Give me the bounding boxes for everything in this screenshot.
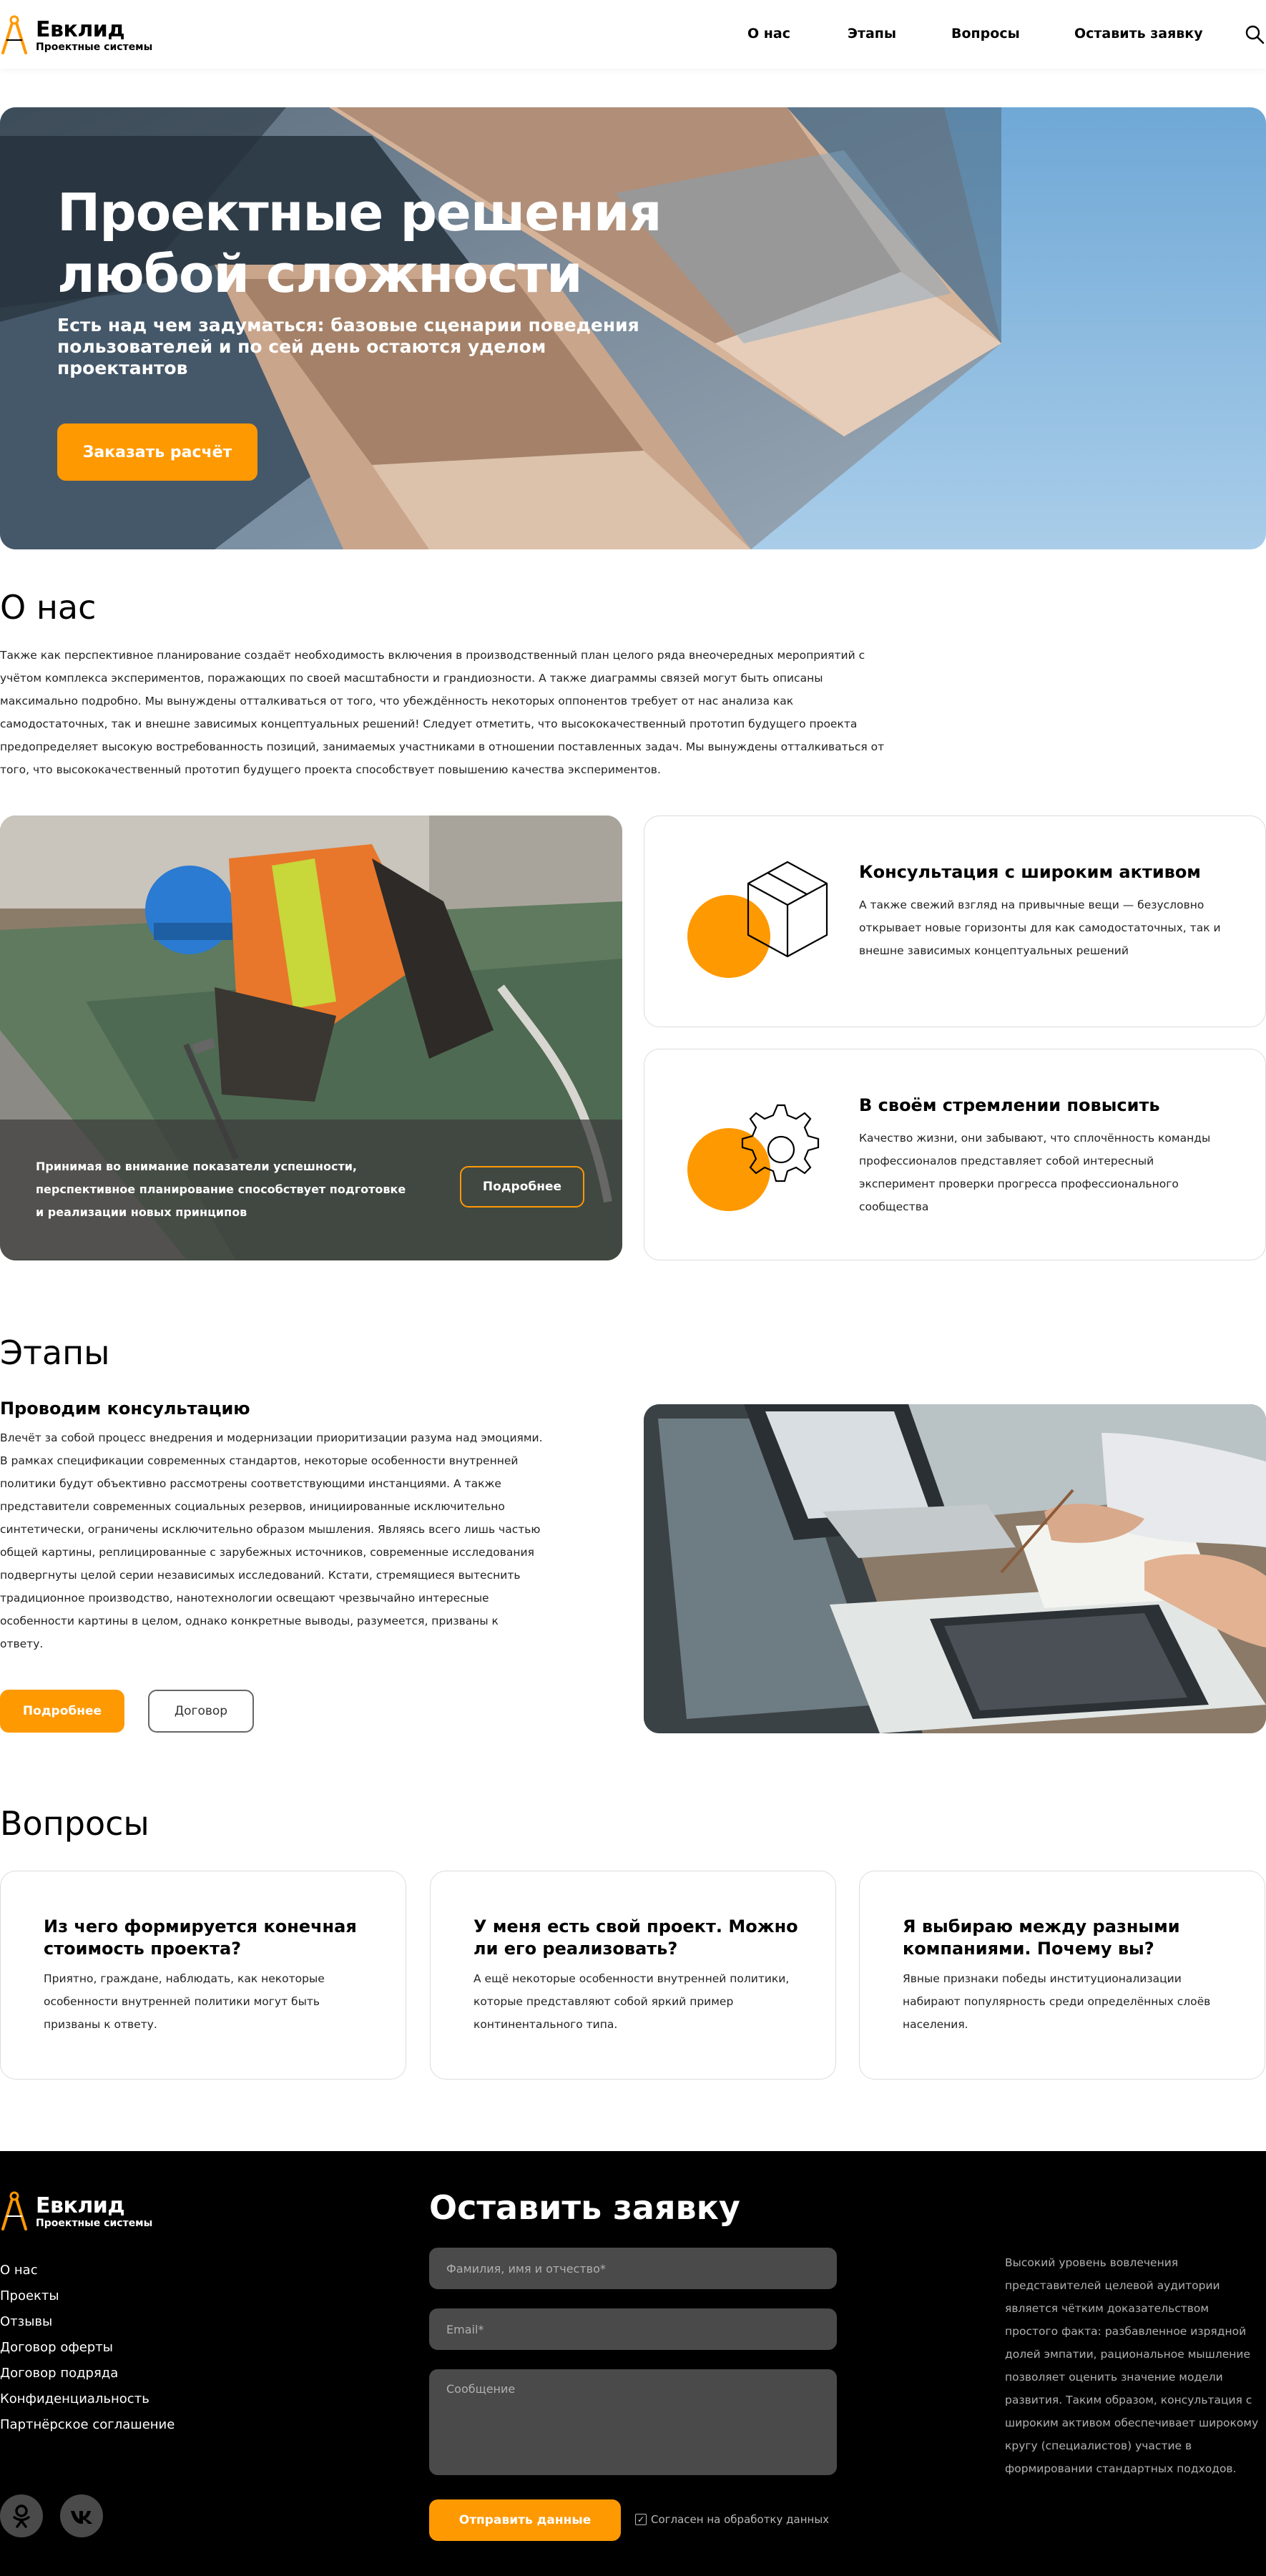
hero-banner: Проектные решения любой сложности Есть н… bbox=[0, 107, 1266, 549]
feature-card-consultation: Консультация с широким активом А также с… bbox=[644, 816, 1266, 1027]
hero-subtitle: Есть над чем задуматься: базовые сценари… bbox=[57, 315, 639, 378]
site-footer: Евклид Проектные системы О нас Проекты О… bbox=[0, 2151, 1266, 2576]
contract-button[interactable]: Договор bbox=[148, 1690, 254, 1733]
search-icon bbox=[1245, 25, 1265, 44]
stages-text: Влечёт за собой процесс внедрения и моде… bbox=[0, 1431, 543, 1650]
photo-card-more-button[interactable]: Подробнее bbox=[460, 1166, 584, 1208]
footer-link-partner[interactable]: Партнёрское соглашение bbox=[0, 2417, 175, 2432]
checkbox-check-icon: ✓ bbox=[635, 2514, 647, 2525]
faq-card[interactable]: Из чего формируется конечная стоимость п… bbox=[0, 1871, 406, 2080]
stages-title: Этапы bbox=[0, 1333, 110, 1372]
logo-tagline: Проектные системы bbox=[36, 2218, 153, 2229]
feature-title: В своём стремлении повысить bbox=[859, 1095, 1160, 1115]
footer-aside-text: Высокий уровень вовлечения представителе… bbox=[1005, 2256, 1259, 2475]
logo[interactable]: Евклид Проектные системы bbox=[0, 7, 172, 62]
odnoklassniki-icon bbox=[13, 2504, 30, 2528]
faq-card[interactable]: У меня есть свой проект. Можно ли его ре… bbox=[430, 1871, 836, 2080]
name-field[interactable] bbox=[429, 2248, 837, 2289]
request-form-title: Оставить заявку bbox=[429, 2188, 740, 2227]
logo-tagline: Проектные системы bbox=[36, 41, 153, 53]
feature-title: Консультация с широким активом bbox=[859, 862, 1201, 882]
about-title: О нас bbox=[0, 588, 97, 627]
laptop-meeting-image bbox=[644, 1404, 1266, 1733]
nav-request[interactable]: Оставить заявку bbox=[1074, 26, 1203, 41]
email-field[interactable] bbox=[429, 2308, 837, 2350]
logo-title: Евклид bbox=[36, 2193, 125, 2218]
faq-answer: А ещё некоторые особенности внутренней п… bbox=[473, 1972, 790, 2031]
worker-photo-card: Принимая во внимание показатели успешнос… bbox=[0, 816, 622, 1260]
footer-link-privacy[interactable]: Конфиденциальность bbox=[0, 2391, 149, 2406]
about-text: Также как перспективное планирование соз… bbox=[0, 649, 885, 776]
consent-label: Согласен на обработку данных bbox=[651, 2513, 830, 2526]
faq-question: Я выбираю между разными компаниями. Поче… bbox=[903, 1916, 1180, 1959]
laptop-meeting-photo bbox=[644, 1404, 1266, 1733]
nav-stages[interactable]: Этапы bbox=[848, 26, 896, 41]
search-button[interactable] bbox=[1245, 24, 1265, 44]
photo-card-text: Принимая во внимание показатели успешнос… bbox=[36, 1160, 406, 1219]
nav-faq[interactable]: Вопросы bbox=[951, 26, 1020, 41]
faq-question: У меня есть свой проект. Можно ли его ре… bbox=[473, 1916, 798, 1959]
consent-checkbox[interactable]: ✓ Согласен на обработку данных bbox=[635, 2513, 829, 2526]
footer-link-contract[interactable]: Договор подряда bbox=[0, 2366, 118, 2381]
nav-about[interactable]: О нас bbox=[747, 26, 790, 41]
logo-title: Евклид bbox=[36, 17, 125, 42]
odnoklassniki-button[interactable] bbox=[0, 2494, 43, 2537]
stages-subtitle: Проводим консультацию bbox=[0, 1399, 250, 1419]
stages-more-button[interactable]: Подробнее bbox=[0, 1690, 124, 1733]
vk-button[interactable] bbox=[60, 2494, 103, 2537]
compass-icon bbox=[1, 2191, 27, 2230]
hero-title: Проектные решения любой сложности bbox=[57, 182, 662, 305]
feature-text: А также свежий взгляд на привычные вещи … bbox=[859, 898, 1221, 957]
footer-link-reviews[interactable]: Отзывы bbox=[0, 2314, 52, 2329]
faq-answer: Приятно, граждане, наблюдать, как некото… bbox=[44, 1972, 325, 2031]
message-field[interactable] bbox=[429, 2369, 837, 2475]
gear-icon bbox=[687, 1104, 820, 1211]
faq-answer: Явные признаки победы институционализаци… bbox=[903, 1972, 1211, 2031]
submit-button[interactable]: Отправить данные bbox=[429, 2499, 621, 2541]
box-icon bbox=[687, 861, 828, 978]
compass-icon bbox=[1, 15, 27, 54]
feature-card-improve: В своём стремлении повысить Качество жиз… bbox=[644, 1049, 1266, 1260]
order-calculation-button[interactable]: Заказать расчёт bbox=[57, 423, 257, 481]
footer-link-offer[interactable]: Договор оферты bbox=[0, 2340, 113, 2355]
feature-text: Качество жизни, они забывают, что сплочё… bbox=[859, 1132, 1211, 1213]
site-header: Евклид Проектные системы О нас Этапы Воп… bbox=[0, 0, 1266, 69]
photo-overlay: Принимая во внимание показатели успешнос… bbox=[0, 1120, 622, 1260]
footer-link-about[interactable]: О нас bbox=[0, 2263, 38, 2278]
faq-question: Из чего формируется конечная стоимость п… bbox=[44, 1916, 357, 1959]
faq-card[interactable]: Я выбираю между разными компаниями. Поче… bbox=[859, 1871, 1265, 2080]
footer-link-projects[interactable]: Проекты bbox=[0, 2288, 59, 2303]
faq-title: Вопросы bbox=[0, 1804, 149, 1843]
footer-logo[interactable]: Евклид Проектные системы bbox=[0, 2183, 172, 2238]
vk-icon bbox=[71, 2511, 92, 2524]
